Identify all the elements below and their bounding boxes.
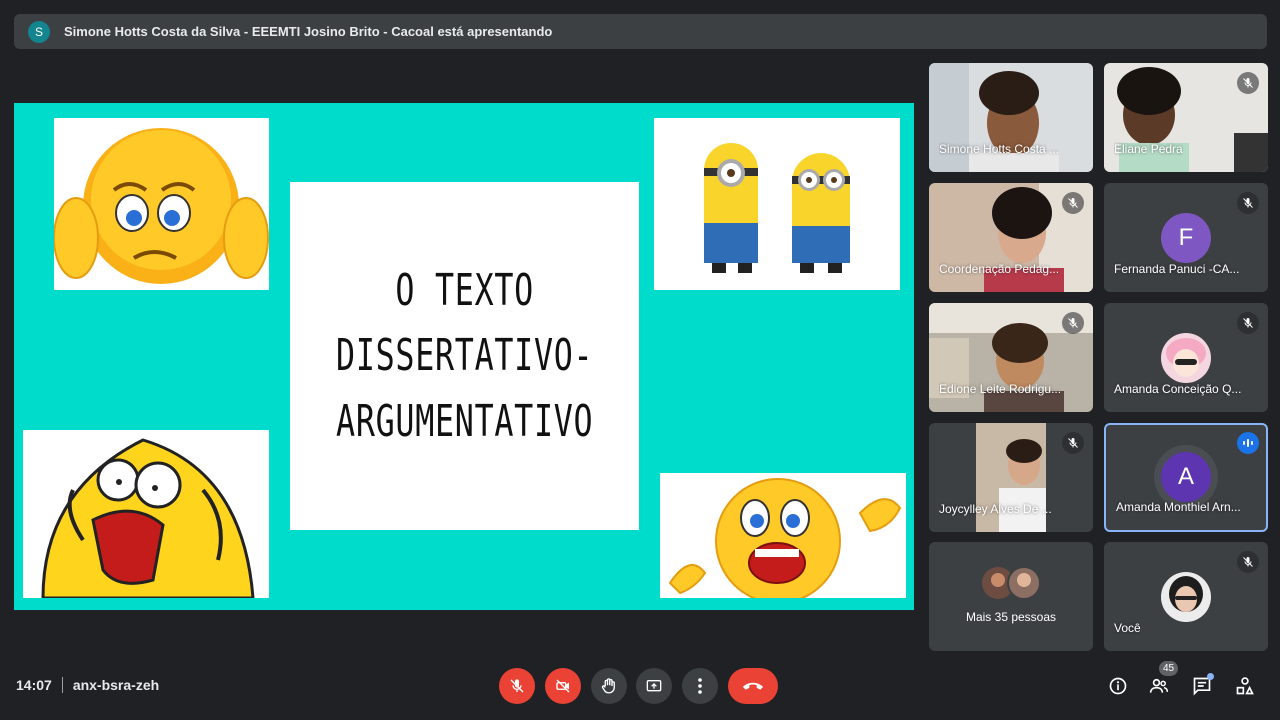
meeting-info: 14:07 anx-bsra-zeh [16,677,159,693]
meeting-code: anx-bsra-zeh [72,677,160,693]
participant-tile-eliane[interactable]: Eliane Pedra [1104,63,1268,172]
people-icon [1149,678,1169,693]
homer-screaming-image [23,430,269,598]
slide-title-line-1: O TEXTO [395,265,534,317]
shared-presentation: O TEXTO DISSERTATIVO- ARGUMENTATIVO [14,103,914,610]
present-screen-button[interactable] [636,668,672,704]
participant-tile-simone[interactable]: Simone Hotts Costa ... [929,63,1093,172]
mic-muted-icon [1062,192,1084,214]
participant-name: Joycylley Alves De ... [939,502,1052,516]
participant-name: Eliane Pedra [1114,142,1183,156]
people-button[interactable] [1146,673,1172,699]
more-people-avatars [982,566,1041,600]
chat-notification-dot [1207,673,1214,680]
participant-avatar: A [1161,452,1211,502]
hang-up-icon [742,682,764,690]
participant-name: Coordenação Pedag... [939,262,1060,276]
mic-muted-icon [1237,192,1259,214]
presenter-banner: S Simone Hotts Costa da Silva - EEEMTI J… [14,14,1267,49]
activities-button[interactable] [1232,673,1258,699]
meet-window: S Simone Hotts Costa da Silva - EEEMTI J… [0,0,1280,720]
participant-tile-coordenacao[interactable]: Coordenação Pedag... [929,183,1093,292]
mic-muted-icon [1237,312,1259,334]
mic-muted-icon [1237,551,1259,573]
minions-image [654,118,900,290]
participant-tile-amanda-monthiel[interactable]: A Amanda Monthiel Arn... [1104,423,1268,532]
participant-avatar [1161,572,1211,622]
participant-name: Simone Hotts Costa ... [939,142,1060,156]
participant-tile-fernanda[interactable]: F Fernanda Panuci -CA... [1104,183,1268,292]
toggle-camera-button[interactable] [545,668,581,704]
more-options-icon [698,678,702,694]
slide-title-line-3: ARGUMENTATIVO [335,395,594,447]
camera-off-icon [556,679,570,693]
toggle-mic-button[interactable] [499,668,535,704]
participant-avatar [1161,333,1211,383]
screaming-emoji-image [660,473,906,598]
meeting-time: 14:07 [16,677,52,693]
slide-title-line-2: DISSERTATIVO- [335,330,594,382]
presenter-banner-text: Simone Hotts Costa da Silva - EEEMTI Jos… [64,24,553,39]
slide-title: O TEXTO DISSERTATIVO- ARGUMENTATIVO [336,258,593,453]
worried-emoji-image [54,118,269,290]
participant-name: Edione Leite Rodrigu... [939,382,1062,396]
more-options-button[interactable] [682,668,718,704]
participant-tile-amanda-conceicao[interactable]: Amanda Conceição Q... [1104,303,1268,412]
more-people-label: Mais 35 pessoas [965,610,1057,624]
presenter-avatar: S [28,20,50,43]
slide-title-card: O TEXTO DISSERTATIVO- ARGUMENTATIVO [290,182,639,530]
mic-muted-icon [1062,432,1084,454]
raise-hand-icon [601,678,615,694]
mic-off-icon [510,679,524,693]
participant-tile-edione[interactable]: Edione Leite Rodrigu... [929,303,1093,412]
participant-tile-self[interactable]: Você [1104,542,1268,651]
activities-icon [1236,677,1254,695]
participant-name: Amanda Monthiel Arn... [1116,500,1241,514]
participant-tile-more-people[interactable]: Mais 35 pessoas [929,542,1093,651]
participant-tile-joycylley[interactable]: Joycylley Alves De ... [929,423,1093,532]
participant-name: Fernanda Panuci -CA... [1114,262,1240,276]
meeting-info-divider [61,677,63,693]
speaking-indicator-icon [1237,432,1259,454]
meeting-details-button[interactable] [1105,673,1131,699]
mic-muted-icon [1062,312,1084,334]
people-count-badge: 45 [1159,661,1178,676]
hang-up-button[interactable] [728,668,778,704]
info-icon [1109,677,1127,695]
participant-avatar: F [1161,213,1211,263]
mic-muted-icon [1237,72,1259,94]
present-screen-icon [646,680,662,692]
participant-name: Você [1114,621,1141,635]
raise-hand-button[interactable] [591,668,627,704]
participant-name: Amanda Conceição Q... [1114,382,1242,396]
